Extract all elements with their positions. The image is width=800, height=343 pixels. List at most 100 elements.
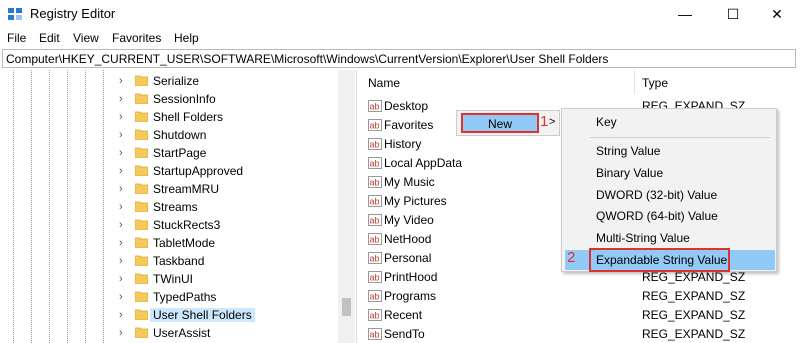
chevron-right-icon[interactable]: › xyxy=(119,183,123,195)
new-submenu: Key String Value Binary Value DWORD (32-… xyxy=(561,108,777,272)
menu-file[interactable]: File xyxy=(7,31,26,45)
value-name: Favorites xyxy=(384,118,434,132)
context-menu: New 1 > xyxy=(456,110,560,136)
tree-item[interactable]: › Streams xyxy=(0,198,340,216)
svg-text:ab: ab xyxy=(370,330,380,340)
tree-item-label: TWinUI xyxy=(153,272,193,286)
chevron-right-icon[interactable]: › xyxy=(119,147,123,159)
folder-icon xyxy=(135,147,148,158)
tree-scrollbar-thumb[interactable] xyxy=(342,298,351,316)
svg-text:ab: ab xyxy=(370,292,380,302)
tree-item[interactable]: › UserAssist xyxy=(0,324,340,342)
tree-item-label: User Shell Folders xyxy=(150,308,255,322)
tree-item-label: Serialize xyxy=(153,74,200,88)
value-name: My Music xyxy=(384,175,435,189)
chevron-right-icon[interactable]: › xyxy=(119,129,123,141)
context-menu-new[interactable]: New xyxy=(461,113,539,133)
annotation-box xyxy=(589,248,730,272)
minimize-button[interactable]: — xyxy=(662,0,708,28)
folder-icon xyxy=(135,111,148,122)
chevron-right-icon[interactable]: › xyxy=(119,93,123,105)
folder-icon xyxy=(135,165,148,176)
submenu-item-dword-value[interactable]: DWORD (32-bit) Value xyxy=(596,188,717,202)
folder-icon xyxy=(135,291,148,302)
submenu-item-qword-value[interactable]: QWORD (64-bit) Value xyxy=(596,209,718,223)
address-path: Computer\HKEY_CURRENT_USER\SOFTWARE\Micr… xyxy=(6,52,609,66)
column-header-name[interactable]: Name xyxy=(360,70,635,94)
string-value-icon: ab xyxy=(368,195,382,207)
tree-item[interactable]: › SessionInfo xyxy=(0,90,340,108)
chevron-right-icon[interactable]: › xyxy=(119,237,123,249)
svg-text:ab: ab xyxy=(370,311,380,321)
svg-text:ab: ab xyxy=(370,121,380,131)
tree-item[interactable]: › Taskband xyxy=(0,252,340,270)
tree-item[interactable]: › Serialize xyxy=(0,72,340,90)
chevron-right-icon[interactable]: › xyxy=(119,273,123,285)
chevron-right-icon[interactable]: › xyxy=(119,327,123,339)
submenu-item-multi-string-value[interactable]: Multi-String Value xyxy=(596,231,690,245)
tree-item[interactable]: › User Shell Folders xyxy=(0,306,340,324)
tree-item-label: TabletMode xyxy=(153,236,216,250)
chevron-right-icon[interactable]: › xyxy=(119,255,123,267)
tree-item-label: SessionInfo xyxy=(153,92,216,106)
string-value-icon: ab xyxy=(368,119,382,131)
tree-item[interactable]: › Shutdown xyxy=(0,126,340,144)
value-row[interactable]: ab Recent REG_EXPAND_SZ xyxy=(360,306,800,325)
chevron-right-icon[interactable]: › xyxy=(119,165,123,177)
tree-item[interactable]: › TWinUI xyxy=(0,270,340,288)
menu-view[interactable]: View xyxy=(73,31,99,45)
svg-text:ab: ab xyxy=(370,216,380,226)
address-bar[interactable]: Computer\HKEY_CURRENT_USER\SOFTWARE\Micr… xyxy=(2,49,796,68)
chevron-right-icon[interactable]: › xyxy=(119,201,123,213)
chevron-right-icon[interactable]: › xyxy=(119,219,123,231)
window-title: Registry Editor xyxy=(30,6,116,21)
folder-icon xyxy=(135,183,148,194)
chevron-right-icon[interactable]: › xyxy=(119,309,123,321)
tree-item[interactable]: › StreamMRU xyxy=(0,180,340,198)
value-name: Recent xyxy=(384,308,423,322)
value-row[interactable]: ab SendTo REG_EXPAND_SZ xyxy=(360,325,800,343)
value-name: Local AppData xyxy=(384,156,463,170)
svg-text:ab: ab xyxy=(370,254,380,264)
submenu-item-binary-value[interactable]: Binary Value xyxy=(596,166,663,180)
menu-help[interactable]: Help xyxy=(174,31,199,45)
key-tree[interactable]: › Serialize › SessionInfo › Shell Folders › Shu… xyxy=(0,70,357,343)
chevron-right-icon[interactable]: › xyxy=(119,111,123,123)
string-value-icon: ab xyxy=(368,157,382,169)
string-value-icon: ab xyxy=(368,100,382,112)
tree-item[interactable]: › TabletMode xyxy=(0,234,340,252)
folder-icon xyxy=(135,75,148,86)
tree-item-label: Shell Folders xyxy=(153,110,224,124)
submenu-item-string-value[interactable]: String Value xyxy=(596,144,660,158)
tree-item[interactable]: › StartupApproved xyxy=(0,162,340,180)
folder-icon xyxy=(135,93,148,104)
value-type: REG_EXPAND_SZ xyxy=(642,327,746,341)
tree-item[interactable]: › StuckRects3 xyxy=(0,216,340,234)
step-2-annotation: 2 xyxy=(567,249,576,266)
value-name: PrintHood xyxy=(384,270,438,284)
column-header-type[interactable]: Type xyxy=(634,70,800,94)
value-name: My Pictures xyxy=(384,194,447,208)
string-value-icon: ab xyxy=(368,290,382,302)
value-name: My Video xyxy=(384,213,434,227)
tree-item-label: StartPage xyxy=(153,146,207,160)
menu-edit[interactable]: Edit xyxy=(39,31,60,45)
tree-item-label: TypedPaths xyxy=(153,290,217,304)
chevron-right-icon: > xyxy=(549,116,556,128)
menu-favorites[interactable]: Favorites xyxy=(112,31,161,45)
maximize-button[interactable]: ☐ xyxy=(710,0,756,28)
tree-item[interactable]: › Shell Folders xyxy=(0,108,340,126)
tree-item[interactable]: › TypedPaths xyxy=(0,288,340,306)
submenu-item-key[interactable]: Key xyxy=(596,115,617,129)
value-name: Personal xyxy=(384,251,432,265)
folder-icon xyxy=(135,129,148,140)
close-button[interactable]: ✕ xyxy=(754,0,800,28)
value-name: Programs xyxy=(384,289,437,303)
chevron-right-icon[interactable]: › xyxy=(119,75,123,87)
tree-item[interactable]: › StartPage xyxy=(0,144,340,162)
value-name: NetHood xyxy=(384,232,432,246)
value-name: Desktop xyxy=(384,99,429,113)
value-row[interactable]: ab Programs REG_EXPAND_SZ xyxy=(360,287,800,306)
submenu-separator xyxy=(590,137,770,138)
chevron-right-icon[interactable]: › xyxy=(119,291,123,303)
